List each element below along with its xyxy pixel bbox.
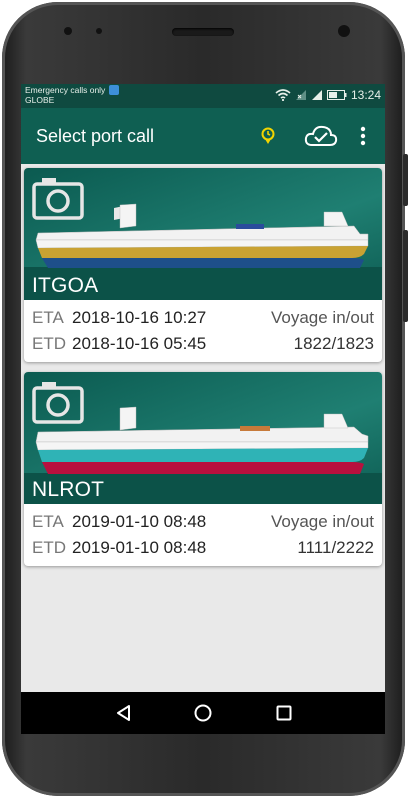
sync-button[interactable] [303, 122, 339, 150]
home-icon [194, 704, 212, 722]
eta-label: ETA [32, 512, 64, 531]
front-camera [338, 25, 350, 37]
etd-label: ETD [32, 334, 66, 353]
voyage-value: 1822/1823 [293, 334, 374, 353]
overflow-menu-button[interactable] [355, 122, 371, 150]
page-title: Select port call [36, 126, 155, 146]
nav-back-button[interactable] [111, 702, 135, 724]
sensor-dot [64, 27, 72, 35]
status-network-name: GLOBE [25, 95, 55, 105]
eta-value: 2018-10-16 10:27 [72, 308, 207, 327]
status-bar: Emergency calls only GLOBE 13:24 [21, 84, 385, 108]
status-right: 13:24 [275, 88, 381, 102]
eta-label: ETA [32, 308, 64, 327]
navigation-bar [21, 692, 385, 734]
screen: Emergency calls only GLOBE 13:24 Select … [21, 84, 385, 734]
volume-button [403, 230, 408, 322]
port-call-card[interactable]: NLROT ETA 2019-01-10 08:48 Voyage in/out… [24, 372, 382, 566]
cloud-check-icon [304, 125, 338, 146]
voyage-value: 1111/2222 [297, 538, 374, 557]
earpiece-speaker [172, 28, 234, 36]
more-vert-icon [360, 126, 366, 146]
card-details: ETA 2018-10-16 10:27 Voyage in/out ETD 2… [24, 300, 382, 362]
ship-image: ITGOA [24, 168, 382, 300]
voyage-label: Voyage in/out [270, 308, 374, 327]
phone-frame: Emergency calls only GLOBE 13:24 Select … [0, 0, 409, 800]
nav-recents-button[interactable] [272, 702, 296, 724]
status-left: Emergency calls only GLOBE [25, 85, 120, 105]
power-button [403, 154, 408, 206]
port-call-card[interactable]: ITGOA ETA 2018-10-16 10:27 Voyage in/out… [24, 168, 382, 362]
notification-icon [109, 85, 120, 95]
card-details: ETA 2019-01-10 08:48 Voyage in/out ETD 2… [24, 504, 382, 566]
app-bar: Select port call [21, 108, 385, 164]
wifi-icon [275, 89, 291, 101]
eta-value: 2019-01-10 08:48 [72, 512, 207, 531]
voyage-label: Voyage in/out [270, 512, 374, 531]
etd-label: ETD [32, 538, 66, 557]
nav-home-button[interactable] [191, 702, 215, 724]
etd-value: 2018-10-16 05:45 [72, 334, 207, 353]
battery-icon [326, 90, 347, 100]
back-icon [117, 705, 130, 721]
sensor-dot [96, 28, 102, 34]
status-time: 13:24 [350, 88, 381, 102]
recents-icon [276, 705, 292, 721]
port-code: ITGOA [32, 274, 99, 297]
etd-value: 2019-01-10 08:48 [72, 538, 207, 557]
status-carrier-text: Emergency calls only [25, 85, 106, 95]
ship-image: NLROT [24, 372, 382, 504]
port-code: NLROT [32, 478, 105, 501]
signal-icon [295, 90, 306, 100]
clock-button[interactable] [258, 122, 278, 150]
clock-icon [261, 127, 275, 144]
signal-icon-2 [311, 90, 322, 100]
